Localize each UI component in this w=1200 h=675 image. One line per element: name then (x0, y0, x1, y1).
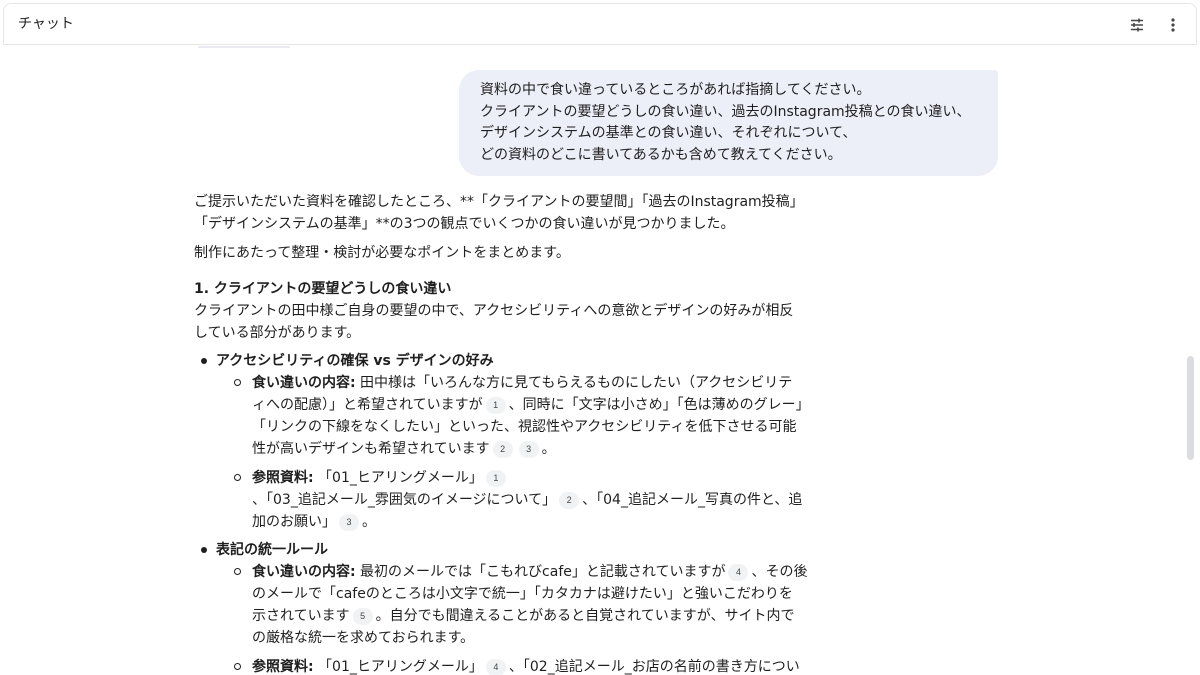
text: 、「04_追記メール_写真の件と、追 (582, 492, 803, 508)
text: 。 (541, 441, 556, 457)
bullet-disc (201, 547, 207, 553)
text: 性が高いデザインも希望されています (252, 441, 490, 457)
response-intro-2: 制作にあたって整理・検討が必要なポイントをまとめます。 (194, 245, 570, 261)
sub-list-item: 参照資料: 「01_ヒアリングメール」 4 、「02_追記メール_お店の名前の書き方… (216, 656, 820, 675)
citation-chip[interactable]: 2 (559, 492, 580, 509)
bullet-circle (234, 663, 241, 670)
citation-chip[interactable]: 3 (518, 441, 539, 458)
text: 、同時に「文字は小さめ」「色は薄めのグレー」 (508, 397, 810, 413)
more-options-button[interactable] (1161, 13, 1185, 37)
sub-list: 食い違いの内容: 田中様は「いろんな方に見てもらえるものにしたい（アクセシビリテ… (216, 372, 820, 533)
text: 「01_ヒアリングメール」 (313, 470, 483, 486)
bullet-disc (201, 358, 207, 364)
citation-chip[interactable]: 1 (485, 397, 506, 414)
text: 、その後 (751, 564, 808, 580)
bullet-circle (234, 474, 241, 481)
text: 最初のメールでは「こもれびcafe」と記載されていますが (355, 564, 726, 580)
text: 示されています (252, 608, 350, 624)
citation-chip[interactable]: 2 (492, 441, 513, 458)
user-message-line: 資料の中で食い違っているところがあれば指摘してください。 (480, 82, 871, 98)
text: 田中様は「いろんな方に見てもらえるものにしたい（アクセシビリテ (355, 375, 793, 391)
reference-label: 参照資料: (252, 470, 314, 486)
bullet-list: アクセシビリティの確保 vs デザインの好み 食い違いの内容: 田中様は「いろん… (194, 350, 820, 675)
citation-chip[interactable]: 1 (485, 470, 506, 487)
text: ィへの配慮）」と希望されていますが (252, 397, 483, 413)
chat-scroll-area[interactable]: 資料の中で食い違っているところがあれば指摘してください。 クライアントの要望どう… (0, 46, 1200, 675)
list-item-title: アクセシビリティの確保 vs デザインの好み (216, 353, 494, 369)
response-intro: ご提示いただいた資料を確認したところ、**「クライアントの要望間」「過去のIns… (194, 191, 820, 235)
previous-message-edge (198, 46, 290, 48)
chat-header: チャット (3, 3, 1197, 45)
response-intro-line: ご提示いただいた資料を確認したところ、**「クライアントの要望間」「過去のIns… (194, 194, 804, 210)
model-response: ご提示いただいた資料を確認したところ、**「クライアントの要望間」「過去のIns… (194, 191, 820, 675)
chat-page: チャット 資料の中で食い違っているところがあれば指摘してください。 クライアント… (0, 0, 1200, 675)
sub-list-item: 食い違いの内容: 田中様は「いろんな方に見てもらえるものにしたい（アクセシビリテ… (216, 372, 820, 460)
citation-chip[interactable]: 3 (339, 514, 359, 531)
text: 、「02_追記メール_お店の名前の書き方につい (508, 659, 800, 675)
user-message-line: クライアントの要望どうしの食い違い、過去のInstagram投稿との食い違い、 (480, 103, 971, 120)
section-paragraph: クライアントの田中様ご自身の要望の中で、アクセシビリティへの意欲とデザインの好み… (194, 300, 820, 344)
sub-list-item: 参照資料: 「01_ヒアリングメール」 1 、「03_追記メール_雰囲気のイメージ… (216, 467, 820, 533)
diff-label: 食い違いの内容: (252, 375, 356, 391)
response-intro-line: 「デザインシステムの基準」**の3つの観点でいくつかの食い違いが見つかりました。 (194, 216, 735, 232)
user-message-bubble: 資料の中で食い違っているところがあれば指摘してください。 クライアントの要望どう… (459, 70, 998, 176)
list-item: 表記の統一ルール 食い違いの内容: 最初のメールでは「こもれびcafe」と記載さ… (194, 539, 820, 675)
sub-list-item: 食い違いの内容: 最初のメールでは「こもれびcafe」と記載されていますが 4 、そ… (216, 561, 820, 649)
text: の厳格な統一を求めておられます。 (252, 630, 475, 646)
text: 。 (362, 514, 376, 530)
list-item-title: 表記の統一ルール (216, 542, 328, 558)
user-message-line: どの資料のどこに書いてあるかも含めて教えてください。 (480, 146, 842, 163)
section-paragraph-line: している部分があります。 (194, 325, 361, 341)
reference-label: 参照資料: (252, 659, 314, 675)
text: 「リンクの下線をなくしたい」といった、視認性やアクセシビリティを低下させる可能 (252, 419, 797, 435)
bullet-circle (234, 568, 241, 575)
text: 。自分でも間違えることがあると自覚されていますが、サイト内で (375, 608, 795, 624)
scrollbar-thumb[interactable] (1187, 356, 1194, 460)
citation-chip[interactable]: 4 (728, 564, 749, 581)
text: 、「03_追記メール_雰囲気のイメージについて」 (252, 492, 557, 508)
user-message-line: デザインシステムの基準との食い違い、それぞれについて、 (480, 125, 857, 141)
text: のメールで「cafeのところは小文字で統一」「カタカナは避けたい」と強いこだわり… (252, 586, 793, 602)
more-vert-icon (1171, 18, 1175, 32)
text: 加のお願い」 (252, 514, 336, 530)
citation-chip[interactable]: 5 (352, 608, 373, 625)
section-paragraph-line: クライアントの田中様ご自身の要望の中で、アクセシビリティへの意欲とデザインの好み… (194, 303, 794, 319)
sub-list: 食い違いの内容: 最初のメールでは「こもれびcafe」と記載されていますが 4 、そ… (216, 561, 820, 675)
text: 「01_ヒアリングメール」 (313, 659, 483, 675)
diff-label: 食い違いの内容: (252, 564, 356, 580)
page-title: チャット (18, 16, 74, 32)
citation-chip[interactable]: 4 (485, 659, 506, 675)
section-heading: 1. クライアントの要望どうしの食い違い (194, 281, 452, 297)
tune-icon (1131, 18, 1143, 32)
bullet-circle (234, 379, 241, 386)
tune-button[interactable] (1125, 13, 1149, 37)
list-item: アクセシビリティの確保 vs デザインの好み 食い違いの内容: 田中様は「いろん… (194, 350, 820, 533)
